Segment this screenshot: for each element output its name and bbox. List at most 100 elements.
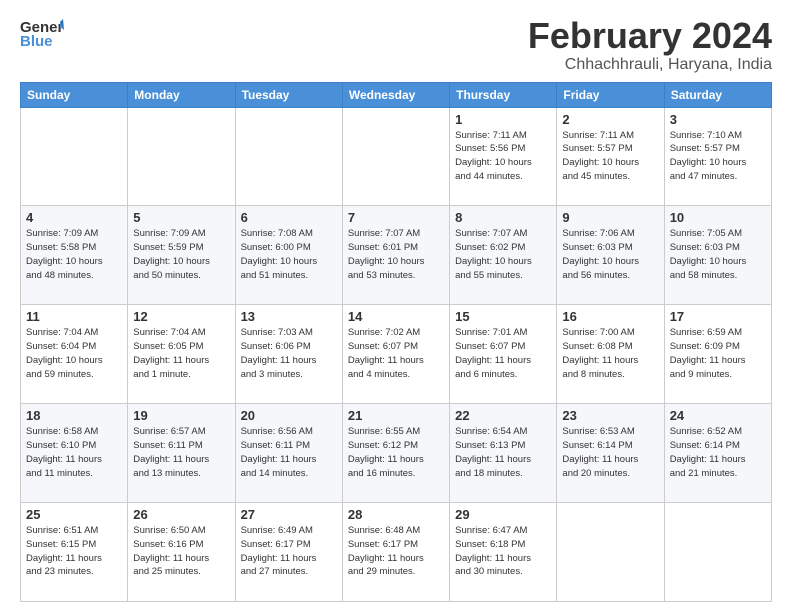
day-num-21: 21 [348, 408, 444, 423]
day-num-9: 9 [562, 210, 658, 225]
cell-w3-d5: 23 Sunrise: 6:53 AMSunset: 6:14 PMDayligh… [557, 404, 664, 503]
header-friday: Friday [557, 82, 664, 107]
day-info-7: Sunrise: 7:07 AMSunset: 6:01 PMDaylight:… [348, 227, 444, 282]
day-info-27: Sunrise: 6:49 AMSunset: 6:17 PMDaylight:… [241, 524, 337, 579]
cell-w4-d5 [557, 503, 664, 602]
week-row-1: 4Sunrise: 7:09 AMSunset: 5:58 PMDaylight… [21, 206, 772, 305]
day-num-6: 6 [241, 210, 337, 225]
cell-w1-d1: 5 Sunrise: 7:09 AMSunset: 5:59 PMDaylight… [128, 206, 235, 305]
cell-w0-d5: 2 Sunrise: 7:11 AMSunset: 5:57 PMDaylight… [557, 107, 664, 206]
header-tuesday: Tuesday [235, 82, 342, 107]
day-num-12: 12 [133, 309, 229, 324]
day-info-20: Sunrise: 6:56 AMSunset: 6:11 PMDaylight:… [241, 425, 337, 480]
header-wednesday: Wednesday [342, 82, 449, 107]
cell-w2-d6: 17Sunrise: 6:59 AMSunset: 6:09 PMDayligh… [664, 305, 771, 404]
cell-w4-d4: 29Sunrise: 6:47 AMSunset: 6:18 PMDayligh… [450, 503, 557, 602]
day-num-29: 29 [455, 507, 551, 522]
day-num-20: 20 [241, 408, 337, 423]
cell-w0-d2 [235, 107, 342, 206]
cell-w4-d6 [664, 503, 771, 602]
day-num-15: 15 [455, 309, 551, 324]
day-num-22: 22 [455, 408, 551, 423]
day-info-1: Sunrise: 7:11 AMSunset: 5:56 PMDaylight:… [455, 129, 551, 184]
header-thursday: Thursday [450, 82, 557, 107]
week-row-3: 18 Sunrise: 6:58 AMSunset: 6:10 PMDayligh… [21, 404, 772, 503]
header-saturday: Saturday [664, 82, 771, 107]
logo: General Blue [20, 16, 64, 52]
calendar-header: Sunday Monday Tuesday Wednesday Thursday… [21, 82, 772, 107]
cell-w3-d3: 21 Sunrise: 6:55 AMSunset: 6:12 PMDayligh… [342, 404, 449, 503]
cell-w1-d0: 4Sunrise: 7:09 AMSunset: 5:58 PMDaylight… [21, 206, 128, 305]
logo-svg: General Blue [20, 16, 64, 52]
cell-w0-d6: 3 Sunrise: 7:10 AMSunset: 5:57 PMDaylight… [664, 107, 771, 206]
cell-w3-d2: 20 Sunrise: 6:56 AMSunset: 6:11 PMDayligh… [235, 404, 342, 503]
cell-w1-d3: 7 Sunrise: 7:07 AMSunset: 6:01 PMDaylight… [342, 206, 449, 305]
day-num-25: 25 [26, 507, 122, 522]
day-info-8: Sunrise: 7:07 AMSunset: 6:02 PMDaylight:… [455, 227, 551, 282]
month-title: February 2024 [528, 16, 772, 56]
day-num-16: 16 [562, 309, 658, 324]
day-info-2: Sunrise: 7:11 AMSunset: 5:57 PMDaylight:… [562, 129, 658, 184]
day-num-24: 24 [670, 408, 766, 423]
day-num-10: 10 [670, 210, 766, 225]
day-info-14: Sunrise: 7:02 AMSunset: 6:07 PMDaylight:… [348, 326, 444, 381]
day-info-21: Sunrise: 6:55 AMSunset: 6:12 PMDaylight:… [348, 425, 444, 480]
cell-w2-d0: 11Sunrise: 7:04 AMSunset: 6:04 PMDayligh… [21, 305, 128, 404]
page: General Blue February 2024 Chhachhrauli,… [0, 0, 792, 612]
day-info-9: Sunrise: 7:06 AMSunset: 6:03 PMDaylight:… [562, 227, 658, 282]
day-num-23: 23 [562, 408, 658, 423]
day-info-13: Sunrise: 7:03 AMSunset: 6:06 PMDaylight:… [241, 326, 337, 381]
day-num-11: 11 [26, 309, 122, 324]
week-row-2: 11Sunrise: 7:04 AMSunset: 6:04 PMDayligh… [21, 305, 772, 404]
cell-w3-d4: 22Sunrise: 6:54 AMSunset: 6:13 PMDayligh… [450, 404, 557, 503]
cell-w1-d4: 8Sunrise: 7:07 AMSunset: 6:02 PMDaylight… [450, 206, 557, 305]
day-info-16: Sunrise: 7:00 AMSunset: 6:08 PMDaylight:… [562, 326, 658, 381]
cell-w0-d0 [21, 107, 128, 206]
day-num-1: 1 [455, 112, 551, 127]
header-monday: Monday [128, 82, 235, 107]
week-row-4: 25 Sunrise: 6:51 AMSunset: 6:15 PMDayligh… [21, 503, 772, 602]
cell-w1-d2: 6 Sunrise: 7:08 AMSunset: 6:00 PMDaylight… [235, 206, 342, 305]
cell-w3-d0: 18 Sunrise: 6:58 AMSunset: 6:10 PMDayligh… [21, 404, 128, 503]
cell-w4-d3: 28 Sunrise: 6:48 AMSunset: 6:17 PMDayligh… [342, 503, 449, 602]
cell-w2-d1: 12Sunrise: 7:04 AMSunset: 6:05 PMDayligh… [128, 305, 235, 404]
cell-w2-d5: 16 Sunrise: 7:00 AMSunset: 6:08 PMDayligh… [557, 305, 664, 404]
day-num-13: 13 [241, 309, 337, 324]
day-num-28: 28 [348, 507, 444, 522]
day-num-27: 27 [241, 507, 337, 522]
day-num-4: 4 [26, 210, 122, 225]
calendar-body: 1 Sunrise: 7:11 AMSunset: 5:56 PMDaylight… [21, 107, 772, 601]
day-num-2: 2 [562, 112, 658, 127]
cell-w0-d1 [128, 107, 235, 206]
day-num-7: 7 [348, 210, 444, 225]
week-row-0: 1 Sunrise: 7:11 AMSunset: 5:56 PMDaylight… [21, 107, 772, 206]
day-num-14: 14 [348, 309, 444, 324]
day-info-24: Sunrise: 6:52 AMSunset: 6:14 PMDaylight:… [670, 425, 766, 480]
cell-w0-d3 [342, 107, 449, 206]
day-info-5: Sunrise: 7:09 AMSunset: 5:59 PMDaylight:… [133, 227, 229, 282]
calendar-table: Sunday Monday Tuesday Wednesday Thursday… [20, 82, 772, 602]
cell-w3-d1: 19 Sunrise: 6:57 AMSunset: 6:11 PMDayligh… [128, 404, 235, 503]
day-num-19: 19 [133, 408, 229, 423]
cell-w4-d0: 25 Sunrise: 6:51 AMSunset: 6:15 PMDayligh… [21, 503, 128, 602]
day-info-19: Sunrise: 6:57 AMSunset: 6:11 PMDaylight:… [133, 425, 229, 480]
cell-w3-d6: 24 Sunrise: 6:52 AMSunset: 6:14 PMDayligh… [664, 404, 771, 503]
day-info-6: Sunrise: 7:08 AMSunset: 6:00 PMDaylight:… [241, 227, 337, 282]
day-info-18: Sunrise: 6:58 AMSunset: 6:10 PMDaylight:… [26, 425, 122, 480]
title-block: February 2024 Chhachhrauli, Haryana, Ind… [528, 16, 772, 74]
cell-w0-d4: 1 Sunrise: 7:11 AMSunset: 5:56 PMDaylight… [450, 107, 557, 206]
day-num-3: 3 [670, 112, 766, 127]
cell-w4-d2: 27 Sunrise: 6:49 AMSunset: 6:17 PMDayligh… [235, 503, 342, 602]
day-info-25: Sunrise: 6:51 AMSunset: 6:15 PMDaylight:… [26, 524, 122, 579]
day-info-23: Sunrise: 6:53 AMSunset: 6:14 PMDaylight:… [562, 425, 658, 480]
day-info-15: Sunrise: 7:01 AMSunset: 6:07 PMDaylight:… [455, 326, 551, 381]
day-num-5: 5 [133, 210, 229, 225]
cell-w4-d1: 26Sunrise: 6:50 AMSunset: 6:16 PMDayligh… [128, 503, 235, 602]
cell-w2-d4: 15 Sunrise: 7:01 AMSunset: 6:07 PMDayligh… [450, 305, 557, 404]
day-num-18: 18 [26, 408, 122, 423]
cell-w2-d3: 14 Sunrise: 7:02 AMSunset: 6:07 PMDayligh… [342, 305, 449, 404]
day-info-28: Sunrise: 6:48 AMSunset: 6:17 PMDaylight:… [348, 524, 444, 579]
svg-text:Blue: Blue [20, 33, 53, 50]
day-info-3: Sunrise: 7:10 AMSunset: 5:57 PMDaylight:… [670, 129, 766, 184]
cell-w1-d5: 9 Sunrise: 7:06 AMSunset: 6:03 PMDaylight… [557, 206, 664, 305]
